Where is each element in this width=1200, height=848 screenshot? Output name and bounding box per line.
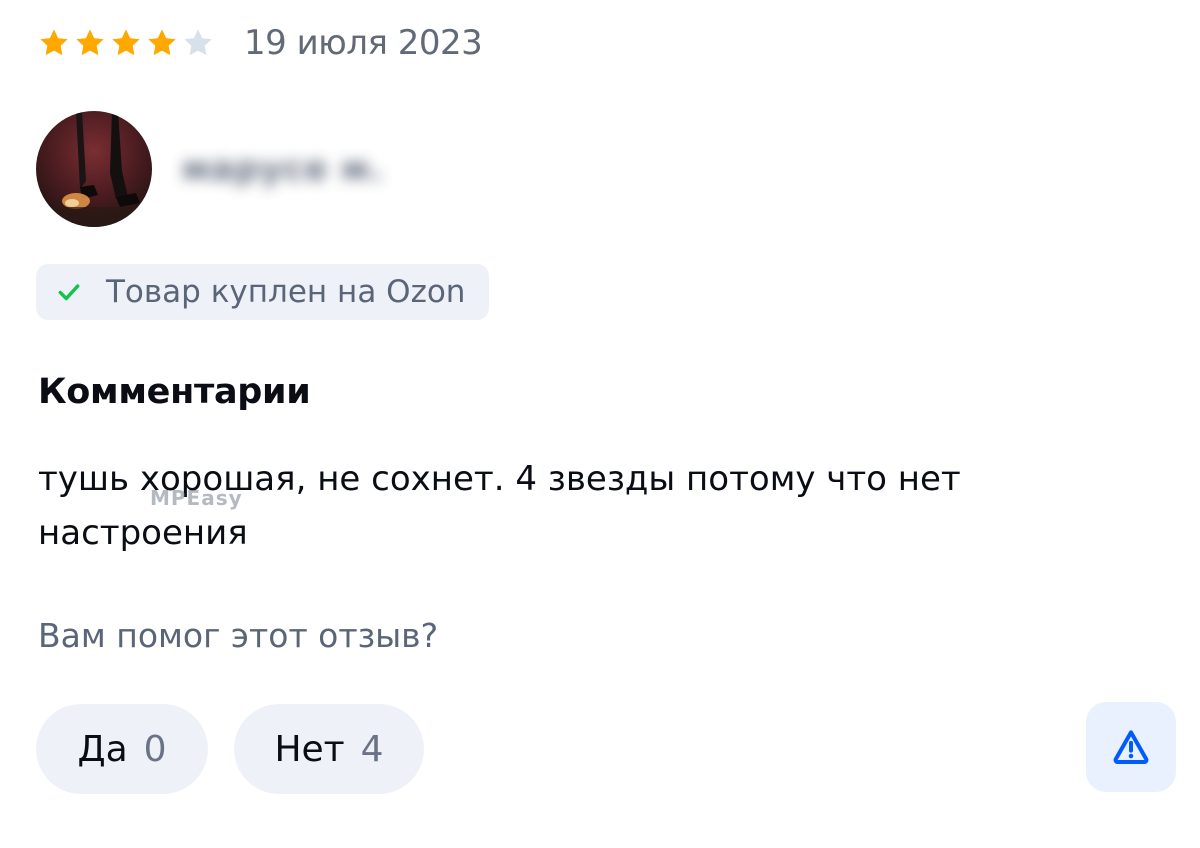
star-empty-icon bbox=[184, 29, 212, 56]
star-rating bbox=[38, 27, 214, 59]
purchase-badge-text: Товар куплен на Ozon bbox=[106, 274, 466, 310]
purchase-badge: Товар куплен на Ozon bbox=[36, 264, 490, 320]
helpful-question: Вам помог этот отзыв? bbox=[38, 616, 439, 655]
no-count: 4 bbox=[360, 728, 384, 770]
star-filled-icon bbox=[40, 29, 68, 56]
yes-count: 0 bbox=[143, 728, 167, 770]
yes-label: Да bbox=[77, 728, 128, 770]
check-icon bbox=[58, 284, 80, 301]
comments-title: Комментарии bbox=[38, 372, 311, 412]
author-row: марусе м. bbox=[36, 110, 384, 228]
report-button[interactable] bbox=[1086, 702, 1176, 792]
no-label: Нет bbox=[274, 728, 345, 770]
rating-row: 19 июля 2023 bbox=[38, 18, 483, 68]
star-filled-icon bbox=[112, 29, 140, 56]
warning-icon bbox=[1113, 730, 1149, 764]
review-date: 19 июля 2023 bbox=[244, 23, 483, 63]
helpful-yes-button[interactable]: Да 0 bbox=[36, 704, 208, 794]
avatar[interactable] bbox=[36, 111, 152, 227]
helpful-no-button[interactable]: Нет 4 bbox=[234, 704, 424, 794]
star-filled-icon bbox=[148, 29, 176, 56]
watermark: MPEasy bbox=[150, 486, 243, 510]
star-filled-icon bbox=[76, 29, 104, 56]
review-card: 19 июля 2023 марусе м. Товар куплен на O… bbox=[0, 0, 1200, 848]
author-name: марусе м. bbox=[182, 149, 384, 189]
